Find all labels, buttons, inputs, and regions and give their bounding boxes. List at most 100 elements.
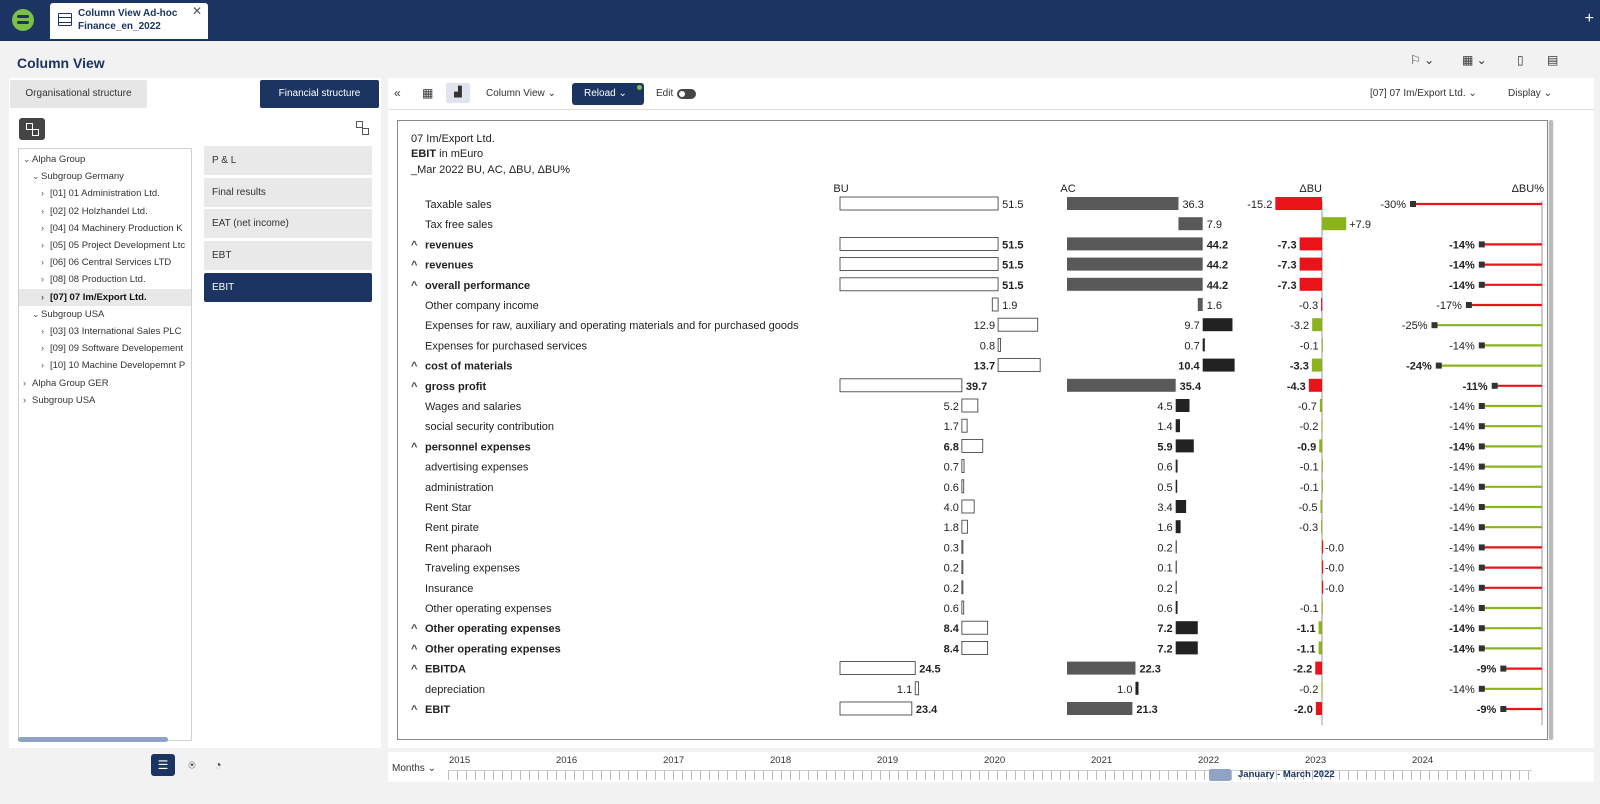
chevron-down-icon[interactable]: ⌄ <box>32 306 41 323</box>
reload-button[interactable]: Reload ⌄ <box>572 83 644 105</box>
edit-toggle[interactable] <box>677 89 696 99</box>
tree-item[interactable]: › Alpha Group GER <box>23 375 109 392</box>
document-tab[interactable]: Column View Ad-hoc Finance_en_2022 ✕ <box>50 3 208 39</box>
chart-scrollbar[interactable] <box>1548 120 1554 740</box>
tree-item[interactable]: › [04] 04 Machinery Production K <box>41 220 183 237</box>
chevron-down-icon[interactable]: ⌄ <box>32 168 41 185</box>
tree-structure-icon[interactable] <box>19 118 45 140</box>
tab-financial-structure[interactable]: Financial structure <box>260 80 379 108</box>
ac-bar <box>1175 439 1194 453</box>
ac-bar <box>1202 338 1205 352</box>
excel-icon[interactable]: ▦ ⌄ <box>1462 53 1487 67</box>
bu-bar <box>961 418 968 433</box>
chevron-right-icon[interactable]: › <box>41 323 50 340</box>
timeline-year-label[interactable]: 2023 <box>1305 755 1326 766</box>
flag-icon[interactable]: ⚐ ⌄ <box>1410 53 1434 67</box>
timeline-year-label[interactable]: 2015 <box>449 755 470 766</box>
timeline-selection-handle[interactable] <box>1209 769 1231 781</box>
pct-value: -14% <box>1449 684 1475 696</box>
bu-value: 13.7 <box>974 361 995 373</box>
tree-item[interactable]: › [08] 08 Production Ltd. <box>41 271 146 288</box>
organisation-tree[interactable]: ⌄Alpha Group ⌄Subgroup Germany › [01] 01 Ad… <box>18 148 192 741</box>
chevron-right-icon[interactable]: › <box>23 392 32 409</box>
delta-value: +7.9 <box>1349 219 1371 231</box>
ac-bar <box>1197 298 1203 311</box>
pct-value: -14% <box>1449 441 1475 453</box>
tree-item-label: Alpha Group <box>32 154 86 165</box>
app-logo-icon[interactable] <box>12 9 34 31</box>
pct-value: -14% <box>1449 260 1475 272</box>
pct-pin-head <box>1478 342 1485 349</box>
timeline-year-label[interactable]: 2016 <box>556 755 577 766</box>
chevron-right-icon[interactable]: › <box>41 203 50 220</box>
ac-value: 4.5 <box>1157 401 1172 413</box>
timeline-year-label[interactable]: 2020 <box>984 755 1005 766</box>
tree-item[interactable]: › [06] 06 Central Services LTD <box>41 254 171 271</box>
chevron-right-icon[interactable]: › <box>41 254 50 271</box>
pct-value: -14% <box>1449 280 1475 292</box>
timeline-mode-select[interactable]: Months ⌄ <box>392 763 436 774</box>
pct-value: -11% <box>1463 381 1488 393</box>
tree-item[interactable]: › [09] 09 Software Developement <box>41 340 183 357</box>
hierarchy-icon[interactable] <box>356 121 370 135</box>
new-tab-icon[interactable]: + <box>1585 10 1594 28</box>
pct-value: -14% <box>1449 421 1475 433</box>
timeline-year-label[interactable]: 2017 <box>663 755 684 766</box>
timeline-year-label[interactable]: 2018 <box>770 755 791 766</box>
close-tab-icon[interactable]: ✕ <box>192 4 202 18</box>
chevron-right-icon[interactable]: › <box>41 289 50 306</box>
entity-select[interactable]: [07] 07 Im/Export Ltd. ⌄ <box>1370 88 1477 99</box>
chevron-right-icon[interactable]: › <box>41 185 50 202</box>
page-icon[interactable]: ▯ <box>1517 53 1524 67</box>
chevron-right-icon[interactable]: › <box>41 271 50 288</box>
tree-item[interactable]: ⌄Alpha Group <box>23 151 85 168</box>
print-icon[interactable]: ▤ <box>1547 53 1558 67</box>
chevron-right-icon[interactable]: › <box>41 237 50 254</box>
tree-item[interactable]: › [01] 01 Administration Ltd. <box>41 185 160 202</box>
ac-value: 44.2 <box>1207 280 1228 292</box>
pct-pin-head <box>1478 241 1485 248</box>
tree-item[interactable]: › [03] 03 International Sales PLC <box>41 323 182 340</box>
tree-item[interactable]: › [10] 10 Machine Developemnt P <box>41 357 185 374</box>
delta-value: -0.1 <box>1300 340 1319 352</box>
table-view-icon[interactable]: ▦ <box>422 86 433 100</box>
display-menu[interactable]: Display ⌄ <box>1508 88 1552 99</box>
delta-bar <box>1321 479 1323 493</box>
pct-pin-head <box>1478 281 1485 288</box>
timeline-year-label[interactable]: 2019 <box>877 755 898 766</box>
timeline-year-label[interactable]: 2022 <box>1198 755 1219 766</box>
pct-value: -17% <box>1436 300 1462 312</box>
tree-item[interactable]: › [02] 02 Holzhandel Ltd. <box>41 203 148 220</box>
tree-item[interactable]: › Subgroup USA <box>23 392 95 409</box>
delta-value: -0.1 <box>1300 462 1319 474</box>
chart-view-icon[interactable]: ▟ <box>446 83 470 103</box>
timeline-year-label[interactable]: 2021 <box>1091 755 1112 766</box>
list-view-icon[interactable]: ☰ <box>151 754 175 776</box>
delta-bar <box>1321 601 1323 614</box>
fin-structure-item[interactable]: EBIT <box>204 273 372 302</box>
tree-item[interactable]: ⌄Subgroup USA <box>32 306 104 323</box>
timeline-year-label[interactable]: 2024 <box>1412 755 1433 766</box>
pie-view-icon[interactable]: ◔ <box>206 754 230 776</box>
timeline-track[interactable] <box>448 770 1532 780</box>
tree-item[interactable]: › [05] 05 Project Development Ltc <box>41 237 185 254</box>
fin-structure-item[interactable]: Final results <box>204 178 372 207</box>
chevron-right-icon[interactable]: › <box>23 375 32 392</box>
tab-organisational-structure[interactable]: Organisational structure <box>10 80 147 108</box>
tree-item[interactable]: › [07] 07 Im/Export Ltd. <box>19 288 191 306</box>
chevron-right-icon[interactable]: › <box>41 357 50 374</box>
chevron-down-icon[interactable]: ⌄ <box>23 151 32 168</box>
collapse-panel-icon[interactable]: « <box>394 86 401 100</box>
chevron-right-icon[interactable]: › <box>41 340 50 357</box>
pct-value: -14% <box>1449 462 1475 474</box>
bu-value: 51.5 <box>1002 260 1023 272</box>
view-select[interactable]: Column View ⌄ <box>486 88 556 99</box>
tree-view-icon[interactable]: ⍟ <box>180 754 204 776</box>
fin-structure-item[interactable]: P & L <box>204 146 372 175</box>
ac-bar <box>1175 580 1177 594</box>
fin-structure-item[interactable]: EBT <box>204 241 372 270</box>
tree-scrollbar[interactable] <box>18 737 168 742</box>
tree-item[interactable]: ⌄Subgroup Germany <box>32 168 124 185</box>
fin-structure-item[interactable]: EAT (net income) <box>204 209 372 238</box>
chevron-right-icon[interactable]: › <box>41 220 50 237</box>
